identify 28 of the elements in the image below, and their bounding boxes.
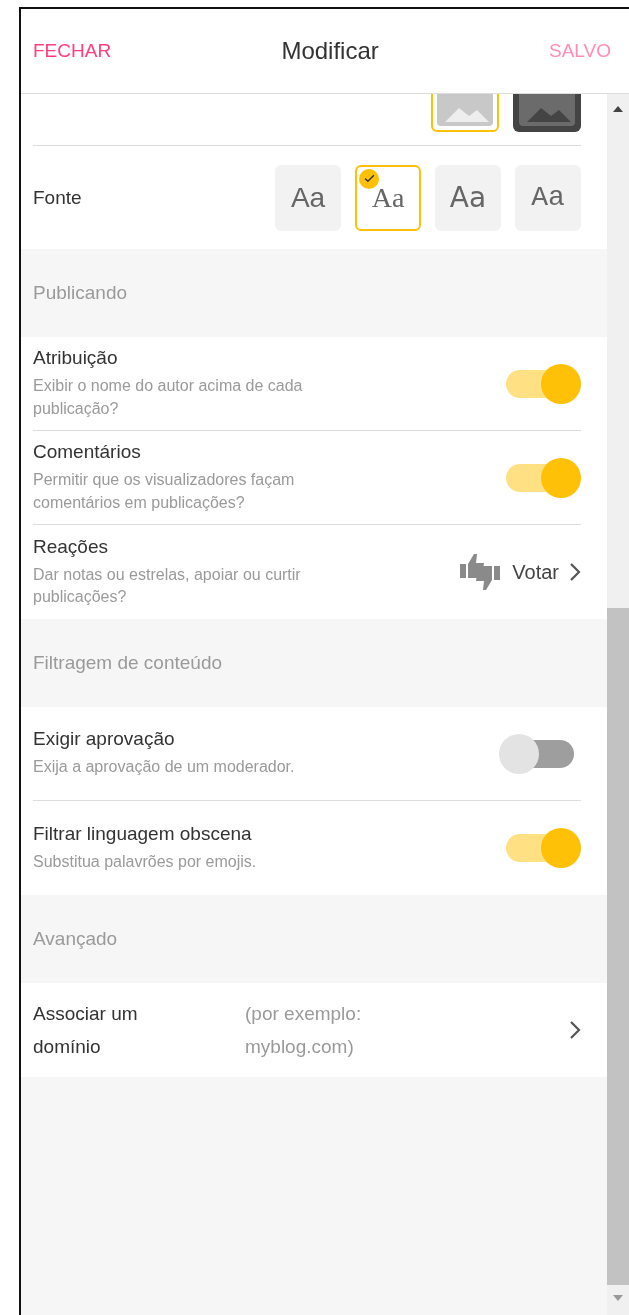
font-option[interactable]: Aa — [275, 164, 341, 231]
section-heading: Filtragem de conteúdo — [32, 651, 224, 675]
domain-field[interactable]: (por exemplo: myblog.com) — [245, 996, 581, 1064]
window-title: Modificar — [281, 37, 379, 65]
setting-description: Permitir que os visualizadores façam comentários em publicações? — [33, 470, 296, 513]
font-option[interactable]: Aa — [435, 164, 501, 231]
chevron-icon — [569, 1020, 581, 1040]
check-icon — [359, 168, 379, 189]
font-option[interactable]: Aa — [515, 164, 581, 231]
setting-description: Dar notas ou estrelas, apoiar ou curtir publicações? — [33, 564, 302, 607]
font-label: Fonte — [33, 186, 82, 209]
close-button[interactable]: FECHAR — [33, 40, 112, 62]
votes-link[interactable]: Votar — [458, 552, 581, 592]
setting-description: Exibir o nome do autor acima de cada publicação? — [33, 376, 304, 419]
font-option[interactable]: Aa — [355, 164, 421, 231]
setting-label: Comentários — [33, 441, 142, 464]
scrollbar[interactable] — [607, 94, 629, 1315]
thumbs-icon — [458, 552, 503, 592]
chevron-icon — [569, 562, 581, 582]
setting-description: Exija a aprovação de um moderador. — [33, 757, 295, 778]
setting-label: Reações — [33, 535, 109, 558]
setting-label: Associar um domínio — [33, 1001, 139, 1059]
setting-label: Filtrar linguagem obscena — [33, 822, 253, 845]
section-heading: Avançado — [32, 927, 119, 951]
setting-description: Substitua palavrões por emojis. — [33, 851, 257, 872]
setting-label: Exigir aprovação — [33, 728, 176, 751]
setting-label: Atribuição — [33, 347, 119, 370]
section-heading: Publicando — [32, 281, 129, 305]
